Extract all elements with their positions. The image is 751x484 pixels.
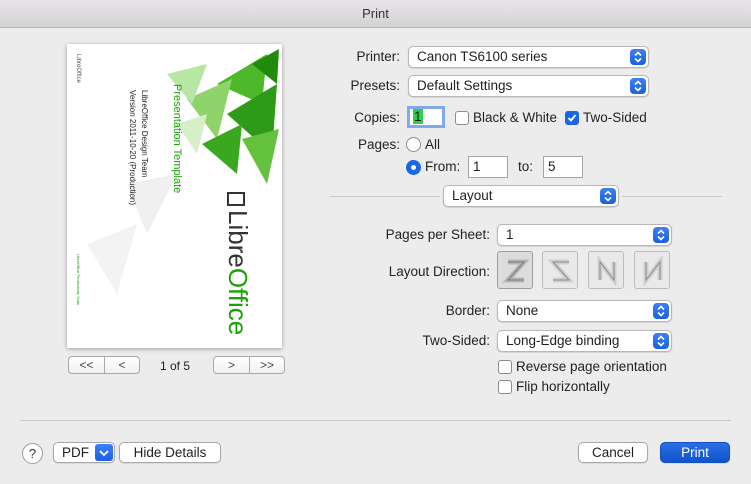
libreoffice-logo: LibreOffice	[222, 192, 253, 335]
footer-separator	[20, 420, 731, 421]
checkmark-icon	[567, 114, 577, 122]
chevron-updown-icon	[653, 303, 669, 319]
preview-bullet-1: LibreOffice Design Team	[140, 90, 149, 178]
pages-per-sheet-value: 1	[506, 227, 514, 242]
presets-label: Presets:	[350, 78, 400, 93]
pages-all-radio[interactable]	[406, 137, 421, 152]
print-button[interactable]: Print	[660, 442, 730, 463]
logo-text-libre: Libre	[223, 210, 253, 268]
chevron-updown-icon	[600, 188, 616, 204]
page-indicator: 1 of 5	[160, 359, 191, 373]
direction-n-icon	[597, 256, 617, 286]
pages-per-sheet-label: Pages per Sheet:	[385, 227, 490, 242]
pages-label: Pages:	[357, 137, 400, 152]
pages-from-radio[interactable]	[406, 160, 421, 175]
pages-all-label: All	[425, 137, 441, 152]
two-sided-binding-label: Two-Sided:	[422, 333, 490, 348]
pages-to-label: to:	[518, 159, 534, 174]
prev-page-button[interactable]: <	[104, 356, 140, 374]
page-preview: Presentation Template LibreOffice Design…	[67, 44, 282, 348]
section-separator-right	[622, 196, 722, 197]
two-sided-label: Two-Sided	[583, 110, 647, 125]
chevron-down-icon	[95, 444, 113, 461]
window-title: Print	[0, 0, 751, 28]
direction-reverse-z-button[interactable]	[542, 251, 578, 289]
printer-select[interactable]: Canon TS6100 series	[408, 46, 649, 68]
chevron-updown-icon	[653, 333, 669, 349]
layout-direction-label: Layout Direction:	[388, 264, 490, 279]
chevron-updown-icon	[653, 227, 669, 243]
black-white-label: Black & White	[473, 110, 558, 125]
chevron-updown-icon	[630, 49, 646, 65]
pager-left: << <	[68, 356, 140, 374]
preview-bullet-2: Version 2011-10-20 (Production)	[128, 90, 137, 206]
flip-horizontally-checkbox[interactable]	[498, 380, 512, 394]
direction-z-button[interactable]	[497, 251, 533, 289]
section-select[interactable]: Layout	[443, 185, 619, 207]
border-value: None	[506, 303, 539, 318]
logo-doc-icon	[227, 192, 245, 206]
preview-title: Presentation Template	[171, 84, 183, 194]
two-sided-binding-select[interactable]: Long-Edge binding	[497, 330, 672, 352]
two-sided-binding-value: Long-Edge binding	[506, 333, 620, 348]
direction-reverse-n-icon	[643, 256, 663, 286]
reverse-orientation-label: Reverse page orientation	[516, 359, 667, 374]
direction-z-icon	[502, 259, 530, 283]
presets-select[interactable]: Default Settings	[408, 75, 649, 97]
printer-value: Canon TS6100 series	[417, 49, 548, 64]
pages-per-sheet-select[interactable]: 1	[497, 224, 672, 246]
preview-footer: LibreOffice Productivity Suite	[76, 254, 81, 306]
hide-details-button[interactable]: Hide Details	[119, 442, 221, 463]
direction-reverse-z-icon	[547, 259, 575, 283]
first-page-button[interactable]: <<	[68, 356, 104, 374]
cancel-button[interactable]: Cancel	[578, 442, 648, 463]
reverse-orientation-checkbox[interactable]	[498, 360, 512, 374]
pages-to-input[interactable]: 5	[543, 156, 583, 178]
pager-right: > >>	[213, 356, 285, 374]
two-sided-checkbox[interactable]	[565, 111, 579, 125]
copies-value: 1	[413, 109, 423, 124]
presets-value: Default Settings	[417, 78, 513, 93]
last-page-button[interactable]: >>	[249, 356, 285, 374]
black-white-checkbox[interactable]	[455, 111, 469, 125]
help-button[interactable]: ?	[22, 443, 43, 464]
section-value: Layout	[452, 188, 493, 203]
next-page-button[interactable]: >	[213, 356, 249, 374]
preview-header: LibreOffice	[75, 54, 81, 83]
pdf-menu-button[interactable]: PDF	[53, 442, 115, 463]
direction-n-button[interactable]	[588, 251, 624, 289]
border-label: Border:	[445, 303, 490, 318]
border-select[interactable]: None	[497, 300, 672, 322]
printer-label: Printer:	[356, 49, 400, 64]
copies-label: Copies:	[354, 110, 400, 125]
flip-horizontally-label: Flip horizontally	[516, 379, 610, 394]
pages-from-label: From:	[425, 159, 461, 174]
chevron-updown-icon	[630, 78, 646, 94]
section-separator-left	[330, 196, 440, 197]
pages-from-input[interactable]: 1	[468, 156, 508, 178]
pdf-label: PDF	[62, 445, 89, 460]
logo-text-office: Office	[223, 267, 253, 336]
direction-reverse-n-button[interactable]	[634, 251, 670, 289]
copies-input[interactable]: 1	[407, 106, 445, 128]
